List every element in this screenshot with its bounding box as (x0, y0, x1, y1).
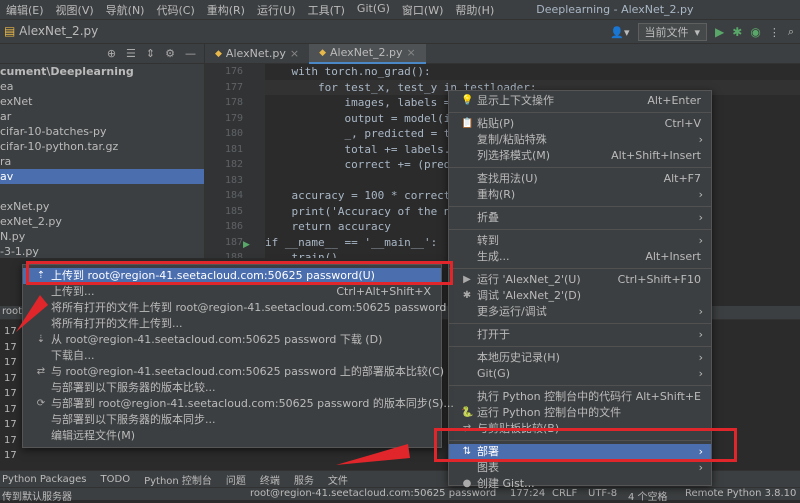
annotation-arrow-right (336, 444, 410, 465)
annotation-arrow-left (16, 295, 48, 332)
annotation-arrows (16, 295, 410, 465)
